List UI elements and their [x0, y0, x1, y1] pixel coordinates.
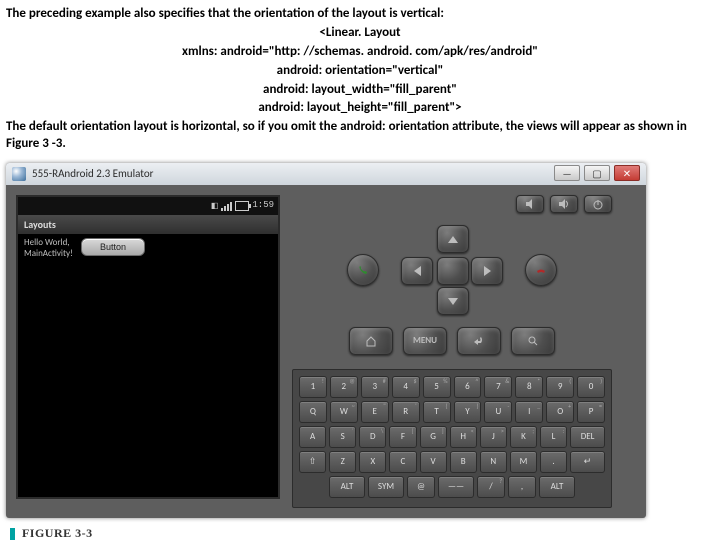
key-/[interactable]: /?	[477, 476, 505, 498]
key-U[interactable]: U-	[484, 401, 512, 423]
dpad-right[interactable]	[471, 257, 503, 285]
code-line-3: android: orientation="vertical"	[6, 63, 714, 80]
key-I[interactable]: I_	[515, 401, 543, 423]
keyboard: 1!2@3#4$5%6^7&8*9(0) QW~E"R'T{Y}U-I_O+P=…	[292, 369, 612, 508]
dpad-left[interactable]	[401, 257, 433, 285]
key-Q[interactable]: Q	[299, 401, 327, 423]
key-M[interactable]: M	[510, 451, 537, 473]
search-button[interactable]	[511, 327, 555, 355]
key-9[interactable]: 9(	[546, 376, 574, 398]
power-button[interactable]	[584, 195, 612, 213]
key-W[interactable]: W~	[330, 401, 358, 423]
window-title: 555-RAndroid 2.3 Emulator	[32, 167, 154, 181]
key-4[interactable]: 4$	[392, 376, 420, 398]
code-line-1: <Linear. Layout	[6, 25, 714, 42]
caption-bar-icon	[10, 528, 15, 540]
key-C[interactable]: C	[389, 451, 416, 473]
figure-caption: FIGURE 3-3	[10, 526, 714, 543]
battery-icon	[235, 201, 249, 211]
code-line-4: android: layout_width="fill_parent"	[6, 82, 714, 99]
key-0[interactable]: 0)	[577, 376, 605, 398]
dpad-up[interactable]	[437, 225, 469, 253]
key-⇧[interactable]: ⇧	[299, 451, 326, 473]
key-2[interactable]: 2@	[330, 376, 358, 398]
sim-icon: ◧	[211, 201, 219, 211]
key-Z[interactable]: Z	[329, 451, 356, 473]
caption-text: FIGURE 3-3	[22, 526, 93, 540]
volume-up-button[interactable]	[550, 195, 578, 213]
key-E[interactable]: E"	[361, 401, 389, 423]
app-title: Layouts	[18, 215, 278, 234]
key-,[interactable]: ,	[508, 476, 536, 498]
status-time: 1:59	[252, 200, 274, 212]
key-H[interactable]: H<	[450, 426, 477, 448]
key-O[interactable]: O+	[546, 401, 574, 423]
key-7[interactable]: 7&	[484, 376, 512, 398]
minimize-button[interactable]: —	[554, 165, 580, 181]
hello-text: Hello World, MainActivity!	[24, 238, 73, 260]
key-G[interactable]: G]	[420, 426, 447, 448]
dpad	[397, 225, 507, 315]
device-screen[interactable]: ◧ 1:59 Layouts Hello World, MainActivity…	[16, 195, 280, 499]
key-S[interactable]: S`	[329, 426, 356, 448]
dpad-center[interactable]	[437, 257, 469, 285]
code-line-2: xmlns: android="http: //schemas. android…	[6, 44, 714, 61]
key-8[interactable]: 8*	[515, 376, 543, 398]
call-button[interactable]	[347, 254, 379, 286]
window-icon	[12, 167, 26, 181]
key-SYM[interactable]: SYM	[368, 476, 404, 498]
code-line-5: android: layout_height="fill_parent">	[6, 100, 714, 117]
key-——[interactable]: ——	[438, 476, 474, 498]
key-F[interactable]: F[	[389, 426, 416, 448]
end-call-button[interactable]	[525, 254, 557, 286]
key-V[interactable]: V	[420, 451, 447, 473]
intro-text: The preceding example also specifies tha…	[6, 6, 714, 23]
key-6[interactable]: 6^	[454, 376, 482, 398]
key-1[interactable]: 1!	[299, 376, 327, 398]
dpad-down[interactable]	[437, 287, 469, 315]
key-J[interactable]: J>	[480, 426, 507, 448]
signal-icon	[221, 201, 232, 211]
key-DEL[interactable]: DEL	[570, 426, 605, 448]
key-.[interactable]: .	[540, 451, 567, 473]
key-T[interactable]: T{	[423, 401, 451, 423]
close-button[interactable]: ✕	[614, 165, 640, 181]
outro-text: The default orientation layout is horizo…	[6, 119, 714, 153]
key-R[interactable]: R'	[392, 401, 420, 423]
key-L[interactable]: L:	[540, 426, 567, 448]
key-Y[interactable]: Y}	[454, 401, 482, 423]
emulator-window: 555-RAndroid 2.3 Emulator — ▢ ✕ ◧ 1:59 L…	[6, 163, 646, 518]
controls-panel: MENU 1!2@3#4$5%6^7&8*9(0) QW~E"R'T{Y}U-I…	[292, 195, 612, 508]
key-3[interactable]: 3#	[361, 376, 389, 398]
key-K[interactable]: K;	[510, 426, 537, 448]
key-B[interactable]: B	[450, 451, 477, 473]
status-bar: ◧ 1:59	[18, 197, 278, 215]
key-@[interactable]: @	[407, 476, 435, 498]
menu-button[interactable]: MENU	[403, 327, 447, 355]
key-N[interactable]: N	[480, 451, 507, 473]
home-button[interactable]	[349, 327, 393, 355]
key-A[interactable]: A	[299, 426, 326, 448]
key-ALT[interactable]: ALT	[539, 476, 575, 498]
key-5[interactable]: 5%	[423, 376, 451, 398]
key-↵[interactable]: ↵	[570, 451, 605, 473]
key-X[interactable]: X	[359, 451, 386, 473]
key-P[interactable]: P=	[577, 401, 605, 423]
maximize-button[interactable]: ▢	[584, 165, 610, 181]
key-ALT[interactable]: ALT	[329, 476, 365, 498]
sample-button[interactable]: Button	[81, 238, 145, 256]
volume-down-button[interactable]	[516, 195, 544, 213]
back-button[interactable]	[457, 327, 501, 355]
key-D[interactable]: D\	[359, 426, 386, 448]
window-titlebar[interactable]: 555-RAndroid 2.3 Emulator — ▢ ✕	[6, 163, 646, 185]
